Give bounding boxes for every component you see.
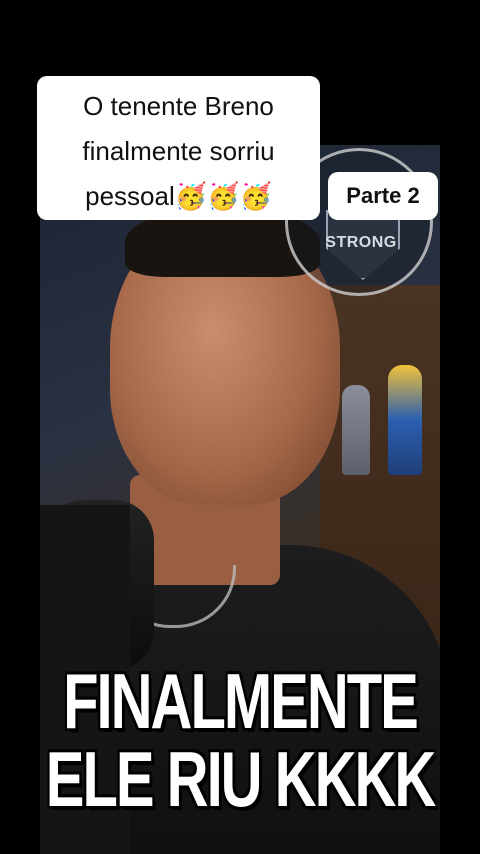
caption-text: pessoal	[85, 181, 175, 211]
channel-logo-text: STRONG	[325, 234, 397, 251]
collectible-figure	[342, 385, 370, 475]
caption-box: O tenente Breno finalmente sorriu pessoa…	[37, 76, 320, 220]
caption-line: O tenente Breno	[83, 91, 274, 121]
overlay-subheadline: ELE RIU KKKK	[45, 735, 436, 824]
overlay-headline: FINALMENTE	[63, 657, 419, 746]
part-badge: Parte 2	[328, 172, 438, 220]
caption-line: finalmente sorriu	[82, 136, 275, 166]
collectible-figure	[388, 365, 422, 475]
party-face-emoji-icon: 🥳🥳🥳	[174, 181, 272, 211]
caption-line: pessoal🥳🥳🥳	[47, 174, 310, 219]
